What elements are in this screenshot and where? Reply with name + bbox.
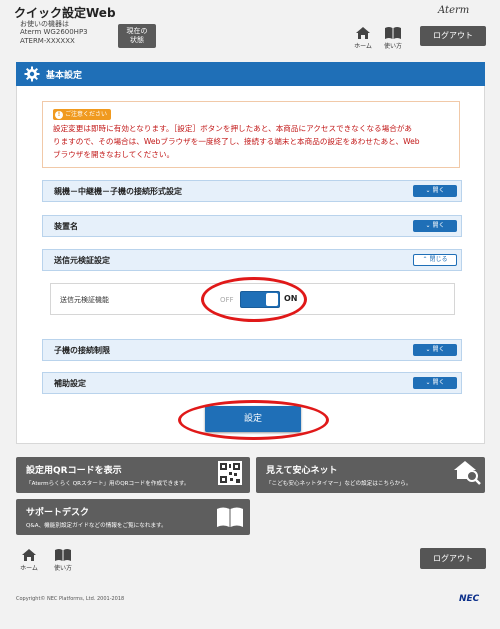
notice-badge-label: ご注意ください (65, 111, 108, 118)
open-button[interactable]: ⌄ 開く (413, 377, 457, 389)
open-button[interactable]: ⌄ 開く (413, 185, 457, 197)
book-icon (217, 507, 243, 527)
highlight-ring (178, 400, 329, 440)
home-label: ホーム (354, 43, 372, 50)
tile-title: 設定用QRコードを表示 (26, 466, 122, 476)
section-label: 補助設定 (54, 379, 86, 388)
section-label: 装置名 (54, 222, 78, 231)
tile-description: 「Atermらくらく QRスタート」用のQRコードを作成できます。 (26, 481, 190, 487)
help-label: 使い方 (383, 43, 402, 50)
gear-icon (24, 66, 40, 82)
close-button[interactable]: ⌃ 閉じる (413, 254, 457, 266)
notice-text-line: ブラウザを開きなおしてください。 (53, 150, 175, 159)
copyright: Copyright© NEC Platforms, Ltd. 2001-2018 (16, 596, 125, 602)
open-button[interactable]: ⌄ 開く (413, 220, 457, 232)
home-icon (356, 27, 370, 39)
exclamation-icon: ! (55, 111, 63, 119)
qr-code-icon (218, 461, 242, 485)
home-button[interactable]: ホーム (352, 26, 374, 50)
current-status-button[interactable]: 現在の 状態 (118, 24, 156, 48)
device-name: ATERM-XXXXXX (20, 37, 75, 45)
notice-text-line: りますので、その場合は、Webブラウザを一度終了し、接続する端末と本商品の設定を… (53, 137, 420, 146)
help-label: 使い方 (53, 565, 72, 572)
section-label: 親機－中継機－子機の接続形式設定 (54, 187, 182, 196)
tile-description: 「こども安心ネットタイマー」などの設定はこちらから。 (266, 481, 412, 487)
book-icon (55, 549, 71, 561)
notice-text-line: 設定変更は即時に有効となります。［設定］ボタンを押したあと、本商品にアクセスでき… (53, 124, 413, 133)
tile-title: 見えて安心ネット (266, 466, 338, 476)
section-device-name[interactable] (42, 215, 462, 237)
section-label: 子機の接続制限 (54, 346, 110, 355)
panel-title: 基本設定 (46, 71, 83, 81)
tile-description: Q&A、機能別設定ガイドなどの情報をご覧になれます。 (26, 523, 167, 529)
panel-title-bar (16, 62, 485, 86)
notice-badge: ! ご注意ください (53, 109, 112, 120)
home-icon (22, 549, 36, 561)
home-label: ホーム (20, 565, 38, 572)
footer-help-button[interactable]: 使い方 (52, 548, 74, 572)
device-model: Aterm WG2600HP3 (20, 28, 88, 36)
home-search-icon (454, 461, 481, 485)
logout-button[interactable]: ログアウト (420, 26, 486, 46)
brand-logo: Aterm (438, 5, 470, 16)
open-button[interactable]: ⌄ 開く (413, 344, 457, 356)
nec-logo: NEC (459, 594, 480, 604)
highlight-ring (201, 277, 307, 322)
section-label: 送信元検証設定 (54, 256, 110, 265)
section-auxiliary[interactable] (42, 372, 462, 394)
help-button[interactable]: 使い方 (382, 26, 404, 50)
footer-logout-button[interactable]: ログアウト (420, 548, 486, 569)
tile-title: サポートデスク (26, 508, 90, 518)
footer-home-button[interactable]: ホーム (18, 548, 40, 572)
current-status-label-1: 現在の (126, 27, 148, 35)
source-check-label: 送信元検証機能 (60, 296, 109, 304)
current-status-label-2: 状態 (130, 36, 144, 44)
book-icon (385, 27, 401, 39)
